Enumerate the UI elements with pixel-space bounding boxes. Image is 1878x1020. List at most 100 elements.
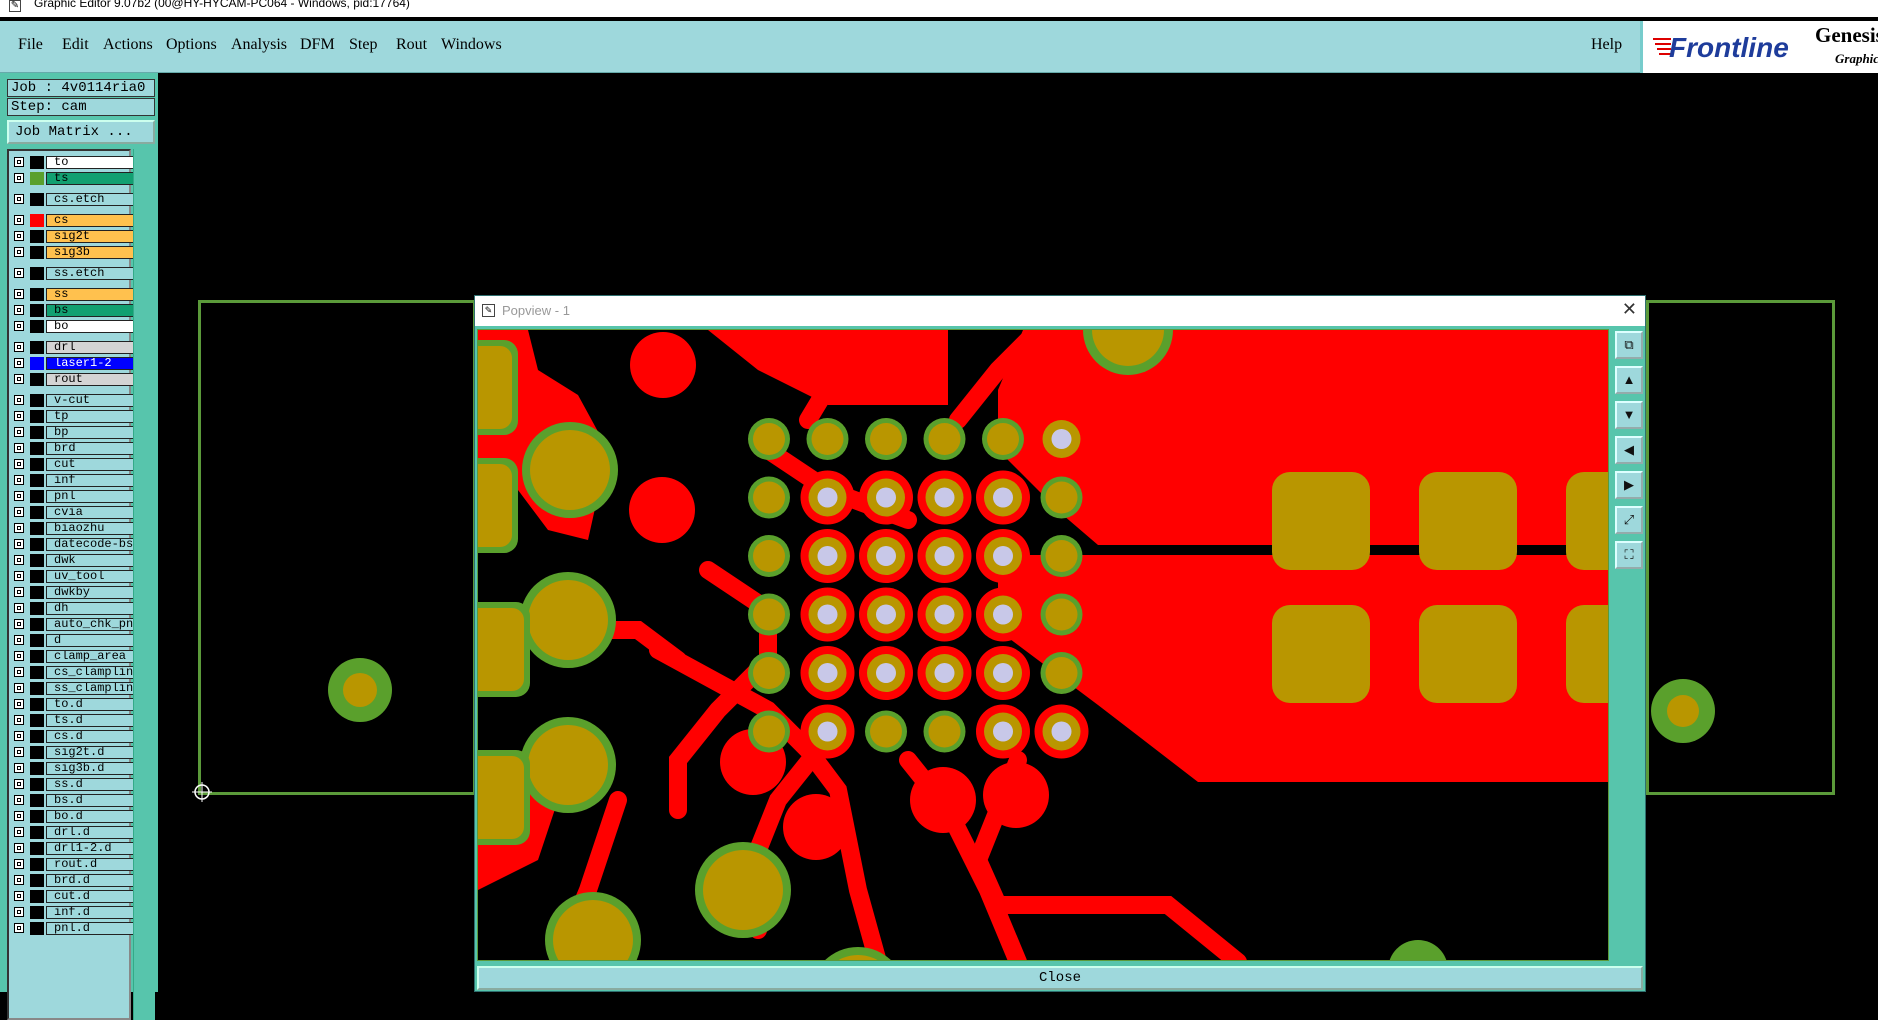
layer-name[interactable]: cs.etch [46,193,135,206]
layer-checkbox[interactable] [14,859,24,869]
layer-name[interactable]: pnl [46,490,135,503]
close-icon[interactable]: ✕ [1622,299,1637,320]
layer-row[interactable]: bp [9,425,135,440]
layer-row[interactable]: cut.d [9,889,135,904]
layer-name[interactable]: tp [46,410,135,423]
layer-color-swatch[interactable] [30,156,44,169]
pan-right-icon[interactable]: ▶ [1615,471,1643,499]
layer-color-swatch[interactable] [30,506,44,519]
layer-checkbox[interactable] [14,811,24,821]
menu-actions[interactable]: Actions [103,36,153,54]
layer-color-swatch[interactable] [30,810,44,823]
zoom-fit-icon[interactable]: ⤢ [1615,506,1643,534]
layer-checkbox[interactable] [14,305,24,315]
layer-checkbox[interactable] [14,827,24,837]
popview-canvas[interactable] [477,329,1609,961]
layer-color-swatch[interactable] [30,682,44,695]
layer-checkbox[interactable] [14,795,24,805]
layer-row[interactable]: dwk [9,553,135,568]
layer-checkbox[interactable] [14,571,24,581]
layer-checkbox[interactable] [14,507,24,517]
layer-row[interactable]: drl [9,340,135,355]
layer-color-swatch[interactable] [30,874,44,887]
menu-analysis[interactable]: Analysis [231,36,287,54]
layer-name[interactable]: drl [46,341,135,354]
layer-color-swatch[interactable] [30,538,44,551]
layer-row[interactable]: laser1-2 [9,356,135,371]
layer-color-swatch[interactable] [30,214,44,227]
layer-color-swatch[interactable] [30,698,44,711]
layer-name[interactable]: ts [46,172,135,185]
layer-name[interactable]: drl1-2.d [46,842,135,855]
layer-color-swatch[interactable] [30,357,44,370]
layer-name[interactable]: ts.d [46,714,135,727]
layer-color-swatch[interactable] [30,490,44,503]
layer-name[interactable]: sig2t.d [46,746,135,759]
layer-checkbox[interactable] [14,523,24,533]
layer-name[interactable]: sig3b [46,246,135,259]
layer-checkbox[interactable] [14,157,24,167]
layer-checkbox[interactable] [14,699,24,709]
layer-color-swatch[interactable] [30,554,44,567]
layer-checkbox[interactable] [14,747,24,757]
layer-checkbox[interactable] [14,651,24,661]
layer-color-swatch[interactable] [30,890,44,903]
layer-checkbox[interactable] [14,342,24,352]
layer-row[interactable]: bo [9,319,135,334]
menu-options[interactable]: Options [166,36,217,54]
layer-name[interactable]: rout [46,373,135,386]
layer-color-swatch[interactable] [30,442,44,455]
layer-row[interactable]: inf.d [9,905,135,920]
layer-color-swatch[interactable] [30,288,44,301]
layer-color-swatch[interactable] [30,922,44,935]
layer-row[interactable]: rout.d [9,857,135,872]
layer-name[interactable]: dwk [46,554,135,567]
layer-row[interactable]: drl.d [9,825,135,840]
zoom-window-icon[interactable]: ⧉ [1615,331,1643,359]
layer-color-swatch[interactable] [30,570,44,583]
layer-color-swatch[interactable] [30,394,44,407]
menu-rout[interactable]: Rout [396,36,427,54]
layer-name[interactable]: drl.d [46,826,135,839]
layer-name[interactable]: d [46,634,135,647]
layer-row[interactable]: biaozhu [9,521,135,536]
layer-name[interactable]: rout.d [46,858,135,871]
layer-name[interactable]: v-cut [46,394,135,407]
layer-color-swatch[interactable] [30,304,44,317]
layer-checkbox[interactable] [14,539,24,549]
layer-name[interactable]: to.d [46,698,135,711]
layer-color-swatch[interactable] [30,618,44,631]
layer-checkbox[interactable] [14,603,24,613]
menu-step[interactable]: Step [349,36,377,54]
layer-row[interactable]: auto_chk_pnl [9,617,135,632]
layer-row[interactable]: pnl.d [9,921,135,936]
layer-row[interactable]: ss_clampline [9,681,135,696]
layer-checkbox[interactable] [14,875,24,885]
menu-file[interactable]: File [18,36,43,54]
layer-checkbox[interactable] [14,374,24,384]
layer-color-swatch[interactable] [30,906,44,919]
layer-list-scrollbar[interactable] [133,149,155,1020]
layer-row[interactable]: uv_tool [9,569,135,584]
layer-color-swatch[interactable] [30,522,44,535]
layer-color-swatch[interactable] [30,666,44,679]
layer-name[interactable]: bs.d [46,794,135,807]
layer-name[interactable]: brd [46,442,135,455]
layer-row[interactable]: tp [9,409,135,424]
layer-name[interactable]: auto_chk_pnl [46,618,135,631]
layer-row[interactable]: ss [9,287,135,302]
layer-name[interactable]: sig3b.d [46,762,135,775]
layer-checkbox[interactable] [14,215,24,225]
layer-row[interactable]: cs.d [9,729,135,744]
layer-name[interactable]: pnl.d [46,922,135,935]
layer-row[interactable]: cs_clampline [9,665,135,680]
layer-row[interactable]: rout [9,372,135,387]
layer-checkbox[interactable] [14,395,24,405]
layer-row[interactable]: bs.d [9,793,135,808]
layer-row[interactable]: brd.d [9,873,135,888]
layer-color-swatch[interactable] [30,762,44,775]
layer-name[interactable]: cvia [46,506,135,519]
layer-name[interactable]: dwkby [46,586,135,599]
layer-checkbox[interactable] [14,194,24,204]
layer-row[interactable]: cvia [9,505,135,520]
